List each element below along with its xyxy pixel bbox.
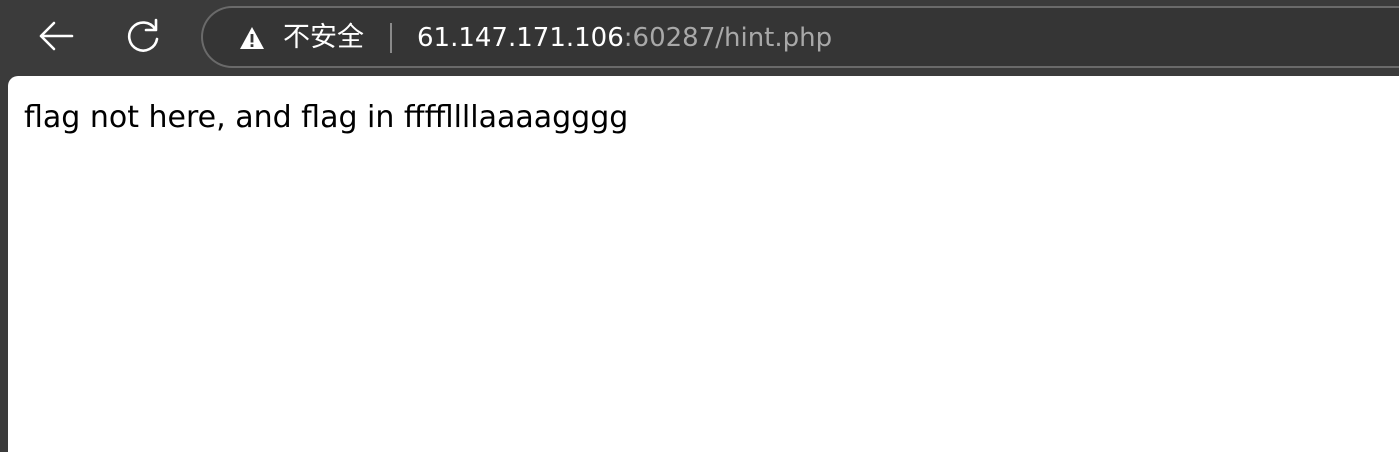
address-divider (390, 23, 392, 53)
url-text[interactable]: 61.147.171.106:60287/hint.php (417, 20, 832, 56)
page-content: flag not here, and flag in ffffllllaaaag… (8, 76, 1399, 452)
back-button[interactable] (33, 13, 79, 59)
reload-button[interactable] (121, 13, 167, 59)
browser-toolbar: 不安全 61.147.171.106:60287/hint.php (0, 0, 1399, 76)
arrow-left-icon (39, 21, 74, 51)
page-body-text: flag not here, and flag in ffffllllaaaag… (24, 100, 629, 135)
security-status-label[interactable]: 不安全 (283, 20, 364, 56)
url-host: 61.147.171.106 (417, 23, 624, 53)
reload-icon (127, 18, 159, 52)
url-path: :60287/hint.php (623, 23, 833, 53)
address-bar[interactable]: 不安全 61.147.171.106:60287/hint.php (201, 6, 1399, 68)
warning-triangle-icon[interactable] (239, 26, 265, 50)
